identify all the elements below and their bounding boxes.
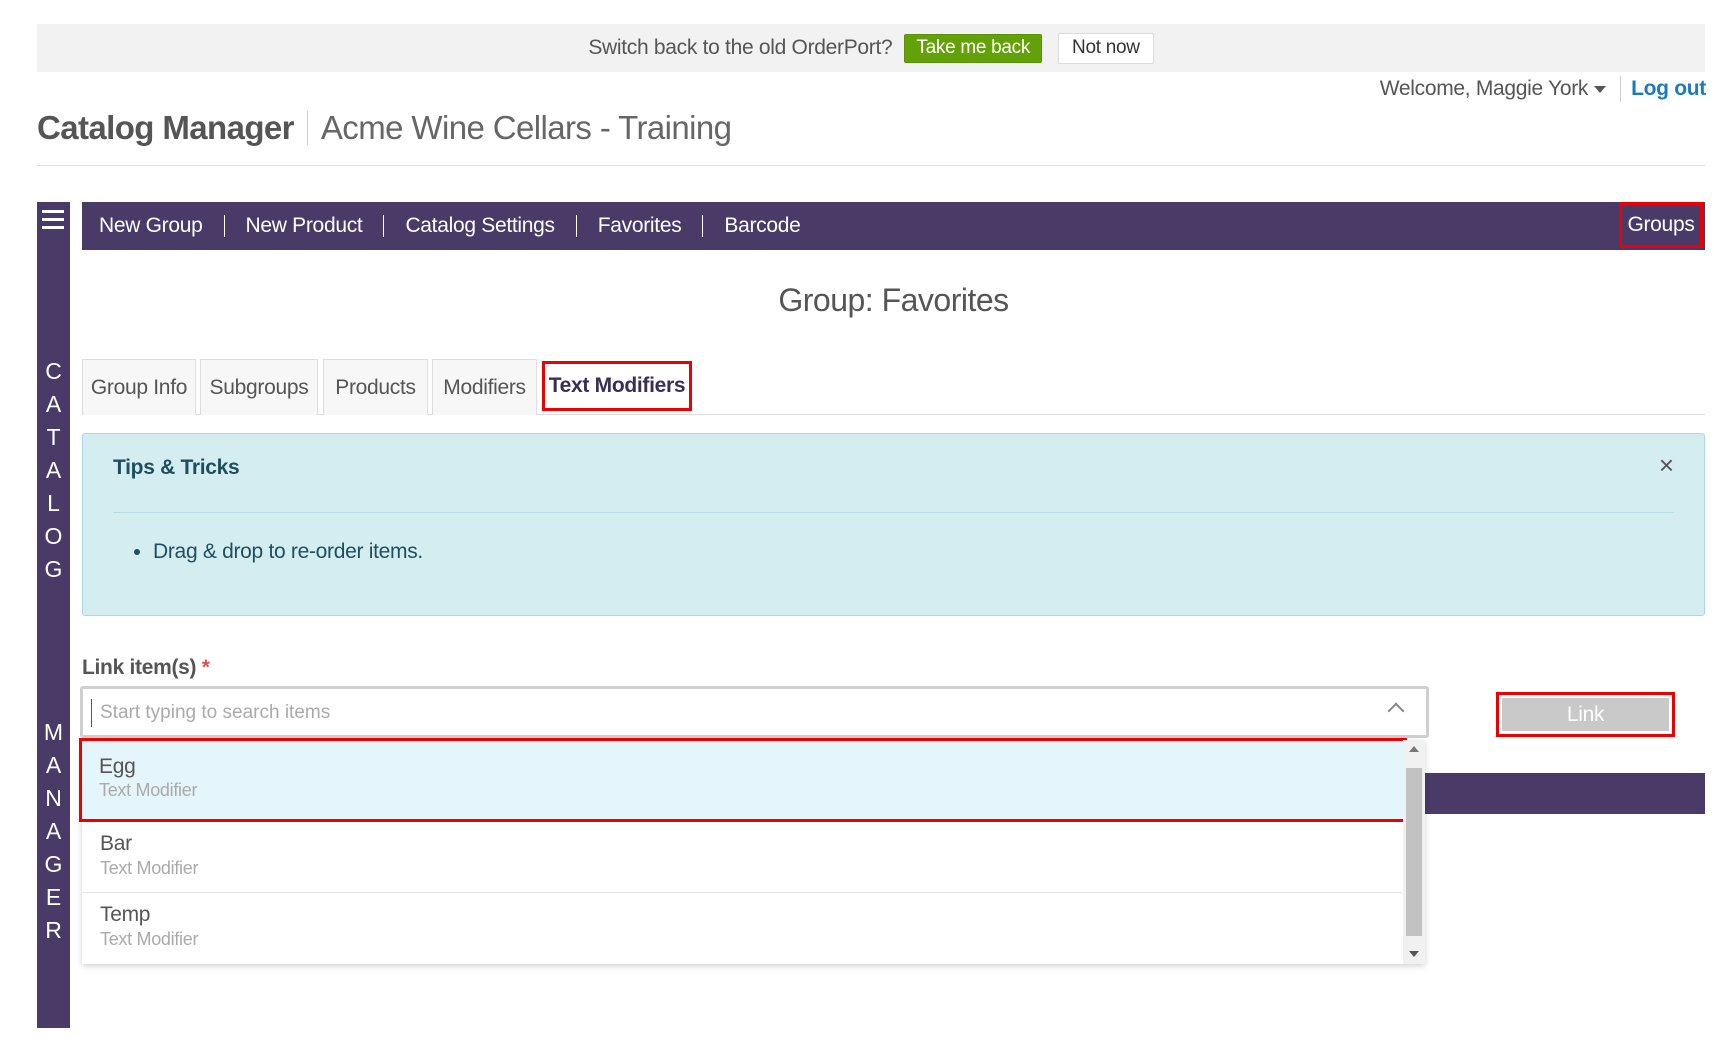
sidebar-word-manager: M A N A G E R (37, 716, 70, 947)
nav-catalog-settings[interactable]: Catalog Settings (384, 215, 577, 237)
dropdown-option-bar[interactable]: Bar Text Modifier (82, 822, 1402, 893)
welcome-user-dropdown[interactable]: Welcome, Maggie York (1380, 77, 1589, 101)
tab-text-modifiers[interactable]: Text Modifiers (542, 361, 692, 411)
sidebar-letter: A (45, 457, 62, 483)
nav-groups[interactable]: Groups (1619, 202, 1703, 248)
required-marker: * (201, 656, 210, 679)
tip-item: Drag & drop to re-order items. (153, 540, 423, 564)
link-button[interactable]: Link (1496, 692, 1675, 737)
sidebar-letter: N (45, 785, 62, 811)
link-items-label: Link item(s) * (82, 656, 210, 680)
search-results-dropdown: Egg Text Modifier Bar Text Modifier Temp… (79, 738, 1425, 964)
logout-link[interactable]: Log out (1631, 77, 1706, 101)
tips-panel: Tips & Tricks × Drag & drop to re-order … (82, 433, 1705, 616)
tips-list: Drag & drop to re-order items. (153, 540, 423, 564)
sidebar-letter: E (45, 884, 62, 910)
background-table-header (1420, 773, 1705, 814)
account-name: Acme Wine Cellars - Training (320, 109, 732, 146)
switch-back-banner: Switch back to the old OrderPort? Take m… (37, 24, 1705, 72)
caret-down-icon[interactable] (1594, 85, 1607, 93)
sidebar-letter: O (44, 523, 63, 549)
not-now-button[interactable]: Not now (1058, 32, 1154, 64)
nav-barcode[interactable]: Barcode (703, 215, 821, 237)
take-me-back-button[interactable]: Take me back (904, 33, 1043, 63)
dropdown-option-egg[interactable]: Egg Text Modifier (79, 738, 1407, 822)
main-nav: New Group New Product Catalog Settings F… (82, 202, 1705, 250)
sidebar-letter: R (45, 917, 62, 943)
sidebar-letter: T (46, 424, 61, 450)
user-menu: Welcome, Maggie York Log out (1380, 74, 1706, 104)
group-tabs: Group Info Subgroups Products Modifiers … (82, 359, 1705, 415)
scroll-down-arrow-icon[interactable] (1409, 951, 1419, 957)
tab-modifiers[interactable]: Modifiers (432, 359, 537, 415)
tab-products[interactable]: Products (323, 359, 428, 415)
header-divider (37, 165, 1705, 166)
scroll-up-arrow-icon[interactable] (1409, 746, 1419, 752)
option-type: Text Modifier (100, 858, 199, 878)
close-icon[interactable]: × (1659, 452, 1674, 478)
link-items-select[interactable] (80, 686, 1429, 738)
page-header: Catalog Manager Acme Wine Cellars - Trai… (37, 106, 732, 150)
link-items-label-text: Link item(s) (82, 656, 197, 679)
sidebar-letter: A (45, 818, 62, 844)
catalog-manager-sidebar: C A T A L O G M A N A G E R (37, 202, 70, 1028)
nav-new-group[interactable]: New Group (82, 215, 225, 237)
nav-favorites[interactable]: Favorites (577, 215, 704, 237)
link-button-label: Link (1502, 698, 1669, 731)
search-input[interactable] (91, 699, 1341, 727)
sidebar-letter: M (43, 719, 64, 745)
option-name: Bar (100, 832, 132, 855)
option-type: Text Modifier (100, 929, 199, 949)
scroll-thumb[interactable] (1406, 768, 1422, 936)
divider (1620, 76, 1622, 102)
hamburger-menu-icon[interactable] (42, 210, 64, 230)
title-divider (306, 111, 308, 145)
nav-new-product[interactable]: New Product (225, 215, 385, 237)
sidebar-letter: C (45, 358, 62, 384)
chevron-up-icon[interactable] (1387, 702, 1405, 720)
sidebar-letter: L (47, 490, 60, 516)
option-name: Egg (99, 755, 136, 778)
option-name: Temp (100, 903, 151, 926)
page-title: Group: Favorites (778, 282, 1009, 318)
tips-title: Tips & Tricks (113, 456, 240, 479)
sidebar-word-catalog: C A T A L O G (37, 355, 70, 586)
tab-subgroups[interactable]: Subgroups (200, 359, 318, 415)
banner-text: Switch back to the old OrderPort? (588, 36, 893, 59)
sidebar-letter: G (44, 851, 63, 877)
sidebar-letter: G (44, 556, 63, 582)
tips-divider (113, 512, 1674, 513)
option-type: Text Modifier (99, 780, 198, 800)
dropdown-scrollbar[interactable] (1403, 740, 1425, 964)
sidebar-letter: A (45, 391, 62, 417)
app-title: Catalog Manager (37, 109, 294, 146)
dropdown-option-temp[interactable]: Temp Text Modifier (82, 893, 1402, 964)
sidebar-letter: A (45, 752, 62, 778)
tab-group-info[interactable]: Group Info (82, 359, 196, 415)
